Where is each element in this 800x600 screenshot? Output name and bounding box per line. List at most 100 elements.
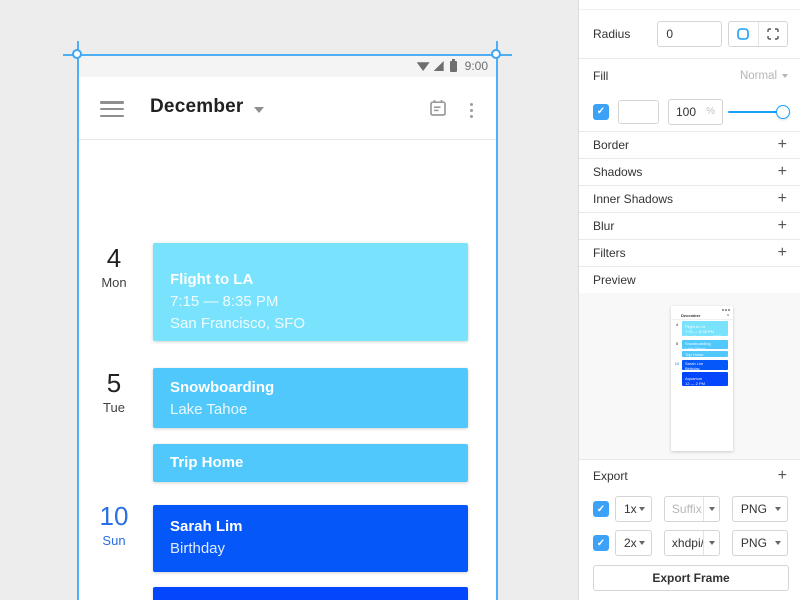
chevron-down-icon[interactable]	[254, 107, 264, 113]
add-shadow-button[interactable]: +	[777, 162, 788, 182]
add-border-button[interactable]: +	[777, 135, 788, 155]
export-scale-dropdown[interactable]: 1x	[615, 496, 652, 522]
selection-handle-top-left[interactable]	[72, 49, 82, 59]
radius-mode-segment	[728, 21, 788, 47]
filters-label: Filters	[593, 246, 626, 260]
chevron-down-icon	[782, 73, 788, 78]
export-1x-checkbox[interactable]: ✓	[593, 501, 609, 517]
add-blur-button[interactable]: +	[777, 216, 788, 236]
export-row-1x: ✓ 1x PNG	[579, 496, 800, 522]
event-subtitle: Birthday	[170, 540, 226, 557]
event-time: 7:15 — 8:35 PM	[170, 293, 279, 310]
panel-top-divider	[579, 0, 800, 10]
date-label: 4 Mon	[92, 243, 136, 291]
menu-icon[interactable]	[100, 101, 124, 117]
export-suffix-field[interactable]	[663, 496, 720, 522]
preview-section-header: Preview	[579, 267, 800, 293]
selection-border-left	[77, 41, 79, 600]
selection-border-right	[496, 41, 498, 600]
thumb-event-card: Aquarium 12 — 2 PM	[682, 372, 728, 386]
fill-section-header: Fill Normal	[579, 59, 800, 92]
export-2x-checkbox[interactable]: ✓	[593, 535, 609, 551]
preview-area: December 4 5 10 Flight to LA 7:15 — 8:35…	[579, 293, 800, 460]
event-title: Snowboarding	[170, 379, 275, 396]
radius-uniform-button[interactable]	[729, 22, 758, 46]
thumb-date: 10	[674, 361, 680, 366]
date-number: 10	[99, 501, 129, 531]
date-label: 10 Sun	[92, 501, 136, 549]
suffix-input[interactable]	[664, 502, 703, 516]
border-section-row: Border +	[579, 132, 800, 159]
blur-section-row: Blur +	[579, 213, 800, 240]
fill-color-swatch[interactable]	[618, 99, 659, 124]
radius-input[interactable]	[657, 21, 723, 47]
event-card-aquarium[interactable]: Aquarium 12 — 2 PM	[153, 587, 468, 600]
inner-shadows-label: Inner Shadows	[593, 192, 674, 206]
selection-border-top	[63, 54, 512, 56]
thumb-event-card: Snowboarding Lake Tahoe	[682, 340, 728, 349]
export-scale-dropdown[interactable]: 2x	[615, 530, 652, 556]
design-canvas[interactable]: 9:00 December 4 Mon Flight to LA 7:15 — …	[0, 0, 578, 600]
chevron-down-icon	[638, 507, 645, 511]
wifi-icon	[416, 62, 430, 71]
fill-controls-row: ✓ %	[579, 92, 800, 132]
fill-checkbox[interactable]: ✓	[593, 103, 609, 120]
thumb-event-card: Flight to LA 7:15 — 8:35 PM San Francisc…	[682, 321, 728, 336]
shadows-label: Shadows	[593, 165, 643, 179]
export-format-dropdown[interactable]: PNG	[731, 496, 788, 522]
date-weekday: Sun	[102, 533, 126, 548]
thumb-date: 4	[675, 322, 679, 327]
calendar-today-icon[interactable]	[428, 98, 448, 123]
blend-mode-value: Normal	[739, 69, 777, 82]
event-card-flight[interactable]: Flight to LA 7:15 — 8:35 PM San Francisc…	[153, 243, 468, 341]
chevron-down-icon	[638, 541, 645, 545]
export-format-dropdown[interactable]: PNG	[731, 530, 788, 556]
export-label: Export	[593, 468, 628, 483]
event-card-snowboarding[interactable]: Snowboarding Lake Tahoe	[153, 368, 468, 428]
cellular-signal-icon	[433, 61, 444, 71]
preview-label: Preview	[593, 273, 636, 287]
add-export-button[interactable]: +	[777, 466, 788, 486]
kebab-menu-icon[interactable]	[468, 101, 476, 121]
event-card-birthday[interactable]: Sarah Lim Birthday	[153, 505, 468, 572]
event-title: Flight to LA	[170, 271, 254, 288]
chevron-down-icon	[775, 541, 781, 545]
export-section-header: Export +	[579, 460, 800, 491]
suffix-input[interactable]	[664, 536, 703, 550]
date-number: 5	[106, 368, 122, 398]
event-card-trip-home[interactable]: Trip Home	[153, 444, 468, 482]
properties-panel: Radius Fill Normal ✓	[578, 0, 800, 600]
filters-section-row: Filters +	[579, 240, 800, 267]
export-row-2x: ✓ 2x PNG	[579, 530, 800, 556]
month-title[interactable]: December	[150, 96, 243, 118]
fill-opacity-slider[interactable]	[728, 104, 790, 119]
thumb-date: 5	[675, 341, 679, 346]
artboard-calendar-app[interactable]: 9:00 December 4 Mon Flight to LA 7:15 — …	[78, 55, 497, 600]
android-status-bar: 9:00	[78, 55, 497, 77]
figma-workspace: 9:00 December 4 Mon Flight to LA 7:15 — …	[0, 0, 800, 600]
fill-opacity-field: %	[668, 98, 723, 125]
event-title: Trip Home	[170, 454, 244, 471]
blend-mode-dropdown[interactable]: Normal	[740, 70, 788, 82]
date-number: 4	[106, 243, 122, 273]
slider-knob[interactable]	[776, 104, 790, 119]
border-label: Border	[593, 138, 630, 152]
thumb-event-card: Trip Home	[682, 351, 728, 357]
fill-opacity-input[interactable]	[676, 104, 704, 119]
add-filter-button[interactable]: +	[777, 243, 788, 263]
date-weekday: Mon	[101, 275, 127, 290]
event-location: Lake Tahoe	[170, 401, 248, 418]
export-suffix-field[interactable]	[663, 530, 720, 556]
export-frame-button[interactable]: Export Frame	[593, 565, 789, 591]
radius-row: Radius	[579, 10, 800, 59]
radius-independent-button[interactable]	[757, 22, 787, 46]
event-location: San Francisco, SFO	[170, 315, 306, 332]
selection-handle-top-right[interactable]	[491, 49, 501, 59]
event-title: Sarah Lim	[170, 518, 243, 535]
chevron-down-icon	[708, 541, 715, 545]
shadows-section-row: Shadows +	[579, 159, 800, 186]
date-weekday: Tue	[103, 400, 125, 415]
thumb-app-header: December	[671, 311, 733, 320]
add-inner-shadow-button[interactable]: +	[777, 189, 788, 209]
fill-label: Fill	[593, 68, 609, 83]
